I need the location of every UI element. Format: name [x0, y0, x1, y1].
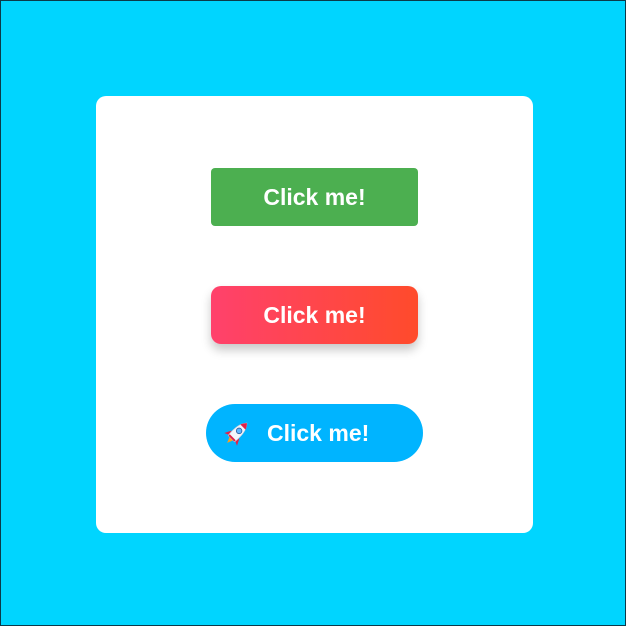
- page-background: Click me! Click me! Click me!: [0, 0, 626, 626]
- button-label: Click me!: [263, 183, 366, 210]
- rocket-icon: [220, 416, 254, 450]
- button-label: Click me!: [267, 419, 370, 446]
- button-card: Click me! Click me! Click me!: [96, 96, 533, 533]
- click-me-button-rocket[interactable]: Click me!: [206, 404, 423, 462]
- click-me-button-gradient[interactable]: Click me!: [211, 286, 418, 344]
- click-me-button-green[interactable]: Click me!: [211, 168, 418, 226]
- button-label: Click me!: [263, 301, 366, 328]
